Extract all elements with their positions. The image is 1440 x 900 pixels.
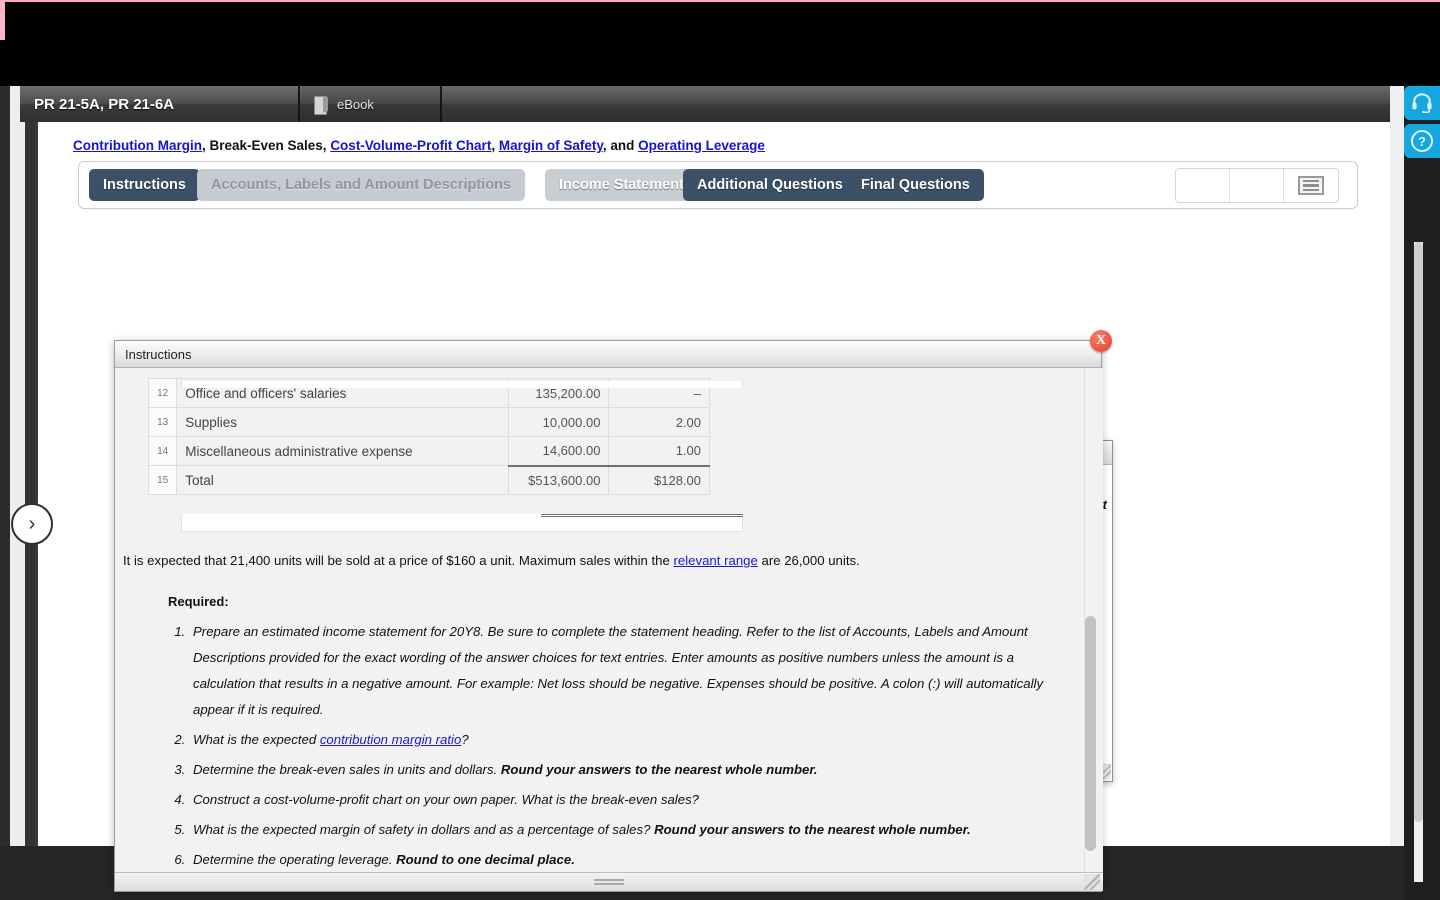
section-tab-strip: Instructions Accounts, Labels and Amount…	[78, 161, 1358, 209]
svg-text:?: ?	[1418, 134, 1426, 149]
tab-instructions[interactable]: Instructions	[89, 169, 200, 201]
tab-assignment[interactable]: PR 21-5A, PR 21-6A	[20, 86, 300, 122]
frame-left-light-gutter	[10, 86, 25, 846]
row-amount: 14,600.00	[507, 436, 610, 466]
tab-final-questions[interactable]: Final Questions	[847, 169, 984, 201]
requirements-list: Prepare an estimated income statement fo…	[169, 619, 1063, 873]
black-background-area	[5, 2, 1440, 86]
instructions-scrollbar-thumb[interactable]	[1085, 616, 1096, 851]
tab-ebook[interactable]: eBook	[302, 86, 442, 122]
instructions-panel-footer[interactable]	[115, 872, 1103, 891]
tab-additional-questions[interactable]: Additional Questions	[683, 169, 857, 201]
requirement-emphasis: Round your answers to the nearest whole …	[654, 822, 971, 837]
tab-income-statement[interactable]: Income Statement	[545, 169, 698, 201]
requirement-text: Prepare an estimated income statement fo…	[193, 624, 1044, 717]
accounts-table-wrapper: 12 Office and officers' salaries 135,200.0…	[147, 378, 743, 532]
expand-sidebar-button[interactable]: ›	[11, 503, 53, 545]
breadcrumb: Contribution Margin, Break-Even Sales, C…	[73, 138, 765, 153]
requirement-item: What is the expected margin of safety in…	[189, 817, 1063, 843]
breadcrumb-text-6: , and	[602, 138, 639, 153]
requirement-text: Determine the break-even sales in units …	[193, 762, 501, 777]
row-label: Total	[176, 465, 509, 495]
instructions-panel-body: 12 Office and officers' salaries 135,200.0…	[115, 368, 1103, 874]
requirement-item: Construct a cost-volume-profit chart on …	[189, 787, 1063, 813]
row-number: 13	[147, 407, 178, 437]
toolbar-box-3[interactable]	[1284, 169, 1338, 202]
frame-right-light-gutter	[1390, 86, 1404, 846]
chevron-right-icon: ›	[28, 512, 36, 535]
breadcrumb-link-operating-leverage[interactable]: Operating Leverage	[638, 138, 765, 153]
toolbar-boxes	[1175, 168, 1339, 203]
row-number: 14	[147, 436, 178, 466]
table-row: 14 Miscellaneous administrative expense 14…	[147, 436, 710, 466]
required-heading: Required:	[168, 594, 229, 609]
row-unit-amount: $128.00	[608, 464, 710, 495]
instructions-prose: It is expected that 21,400 units will be…	[123, 553, 1063, 874]
toolbar-box-1[interactable]	[1176, 169, 1230, 202]
row-number: 15	[147, 465, 178, 495]
row-label: Supplies	[176, 407, 509, 437]
requirement-text: What is the expected margin of safety in…	[193, 822, 655, 837]
frame-left-dark-edge	[0, 86, 10, 846]
panel-drag-handle-icon	[594, 877, 624, 887]
row-number: 12	[147, 378, 178, 408]
breadcrumb-text-2: , Break-Even Sales,	[201, 138, 331, 153]
intro-after-link: are 26,000 units.	[757, 553, 860, 568]
breadcrumb-link-cvp-chart[interactable]: Cost-Volume-Profit Chart	[330, 138, 491, 153]
ebook-label: eBook	[337, 96, 374, 112]
breadcrumb-link-margin-of-safety[interactable]: Margin of Safety	[499, 138, 603, 153]
row-label: Miscellaneous administrative expense	[176, 436, 509, 466]
requirement-text-tail: ?	[461, 732, 469, 747]
requirement-item: Determine the break-even sales in units …	[189, 757, 1063, 783]
screen-root: PR 21-5A, PR 21-6A eBook Contribution Ma…	[0, 0, 1440, 900]
intro-before-link: It is expected that 21,400 units will be…	[123, 553, 674, 568]
breadcrumb-link-contribution-margin[interactable]: Contribution Margin	[73, 138, 202, 153]
table-row: 15 Total $513,600.00 $128.00	[147, 464, 710, 495]
requirement-text: Construct a cost-volume-profit chart on …	[193, 792, 699, 807]
requirement-item: Determine the operating leverage. Round …	[189, 847, 1063, 873]
tab-accounts-labels-amounts[interactable]: Accounts, Labels and Amount Descriptions	[197, 169, 525, 201]
application-frame: PR 21-5A, PR 21-6A eBook Contribution Ma…	[0, 86, 1440, 900]
frame-left-inner-edge	[25, 86, 35, 846]
row-amount: 10,000.00	[507, 407, 610, 437]
headset-icon	[1412, 93, 1432, 113]
instructions-panel-close-button[interactable]: X	[1090, 330, 1112, 352]
row-unit-amount: 1.00	[608, 436, 710, 466]
table-top-stub	[181, 381, 743, 388]
instructions-panel-title: Instructions	[125, 346, 192, 362]
assignment-title: PR 21-5A, PR 21-6A	[34, 95, 175, 113]
row-amount: $513,600.00	[507, 464, 610, 495]
link-relevant-range[interactable]: relevant range	[674, 553, 758, 568]
requirement-text: Determine the operating leverage.	[193, 852, 397, 867]
requirement-emphasis: Round your answers to the nearest whole …	[500, 762, 818, 777]
link-contribution-margin-ratio[interactable]: contribution margin ratio	[320, 732, 461, 747]
breadcrumb-text-4: ,	[491, 138, 499, 153]
requirement-item: What is the expected contribution margin…	[189, 727, 1063, 753]
content-area: Contribution Margin, Break-Even Sales, C…	[35, 122, 1423, 892]
intro-sentence: It is expected that 21,400 units will be…	[123, 553, 1063, 568]
instructions-panel-resize-grip[interactable]	[1084, 874, 1100, 890]
hamburger-icon	[1298, 176, 1324, 195]
question-mark-icon: ?	[1411, 130, 1433, 152]
instructions-panel-header: Instructions	[115, 341, 1101, 368]
instructions-panel: Instructions X 12 Office and officers' sa…	[114, 330, 1112, 892]
requirement-text: What is the expected	[193, 732, 320, 747]
requirement-item: Prepare an estimated income statement fo…	[189, 619, 1063, 723]
support-widget-button[interactable]	[1404, 86, 1440, 120]
window-titlebar: PR 21-5A, PR 21-6A eBook	[20, 86, 1390, 122]
requirement-emphasis: Round to one decimal place.	[396, 852, 575, 867]
book-icon	[314, 95, 329, 115]
toolbar-box-2[interactable]	[1230, 169, 1284, 202]
help-widget-button[interactable]: ?	[1404, 124, 1440, 158]
accounts-table: 12 Office and officers' salaries 135,200.0…	[147, 378, 710, 495]
page-scrollbar-thumb[interactable]	[1414, 242, 1423, 822]
table-double-underline	[541, 514, 743, 517]
table-row: 13 Supplies 10,000.00 2.00	[147, 407, 710, 437]
row-unit-amount: 2.00	[608, 407, 710, 437]
